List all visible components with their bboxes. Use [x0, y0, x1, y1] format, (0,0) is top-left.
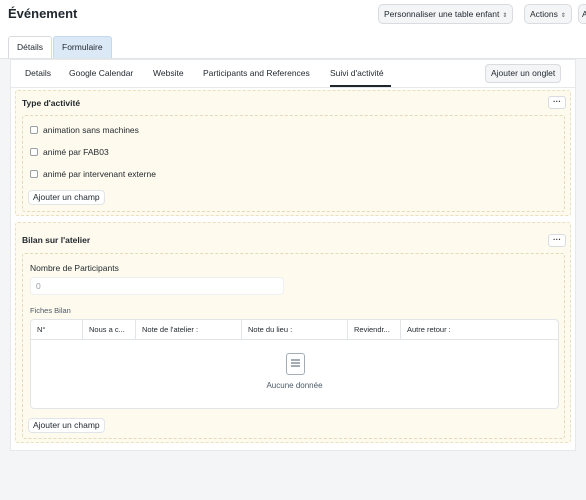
sub-tabs: Details Google Calendar Website Particip…: [11, 60, 575, 88]
section-menu-button[interactable]: ···: [548, 96, 566, 109]
form-panel: Details Google Calendar Website Particip…: [10, 59, 576, 451]
subtab-details[interactable]: Details: [25, 68, 51, 78]
actions-label: Actions: [530, 9, 558, 19]
subtab-participants-references[interactable]: Participants and References: [203, 68, 310, 78]
add-tab-button[interactable]: Ajouter un onglet: [485, 64, 562, 83]
overflow-label: A: [582, 9, 586, 19]
column-header[interactable]: Reviendr...: [348, 320, 401, 340]
checkbox-label: animé par FAB03: [43, 147, 109, 157]
column-header[interactable]: Autre retour :: [401, 320, 558, 340]
participants-input[interactable]: 0: [30, 277, 284, 295]
add-field-button[interactable]: Ajouter un champ: [28, 190, 105, 205]
chevron-updown-icon: ⇕: [502, 13, 508, 19]
subtab-google-calendar[interactable]: Google Calendar: [69, 68, 133, 78]
customize-child-table-button[interactable]: Personnaliser une table enfant ⇕: [378, 4, 514, 24]
section-column: animation sans machines animé par FAB03 …: [22, 115, 565, 212]
section-title: Type d'activité: [22, 98, 81, 108]
section-menu-button[interactable]: ···: [548, 234, 566, 247]
table-header: N° Nous a c... Note de l'atelier : Note …: [31, 320, 558, 340]
column-header[interactable]: Nous a c...: [83, 320, 136, 340]
checkbox-field[interactable]: animé par intervenant externe: [30, 169, 156, 179]
section-column: Nombre de Participants 0 Fiches Bilan N°…: [22, 253, 565, 439]
add-field-button[interactable]: Ajouter un champ: [28, 418, 105, 433]
checkbox[interactable]: [30, 148, 38, 156]
checkbox-field[interactable]: animé par FAB03: [30, 147, 109, 157]
section-title: Bilan sur l'atelier: [22, 235, 91, 245]
checkbox[interactable]: [30, 170, 38, 178]
fiches-bilan-table[interactable]: N° Nous a c... Note de l'atelier : Note …: [30, 319, 559, 409]
empty-list-icon: [286, 353, 305, 375]
chevron-updown-icon: ⇕: [560, 13, 566, 19]
checkbox-label: animé par intervenant externe: [43, 169, 156, 179]
column-header[interactable]: Note de l'atelier :: [136, 320, 242, 340]
checkbox-field[interactable]: animation sans machines: [30, 125, 139, 135]
subtab-website[interactable]: Website: [153, 68, 184, 78]
actions-button[interactable]: Actions ⇕: [524, 4, 572, 24]
section-type-activite: Type d'activité ··· animation sans machi…: [15, 90, 571, 216]
checkbox-label: animation sans machines: [43, 125, 139, 135]
active-tab-indicator: [330, 85, 391, 87]
fiches-bilan-label: Fiches Bilan: [30, 306, 71, 315]
page-header: Événement Personnaliser une table enfant…: [0, 0, 586, 30]
tab-formulaire[interactable]: Formulaire: [53, 36, 112, 58]
participants-label: Nombre de Participants: [30, 263, 119, 273]
column-header[interactable]: Note du lieu :: [242, 320, 348, 340]
column-header[interactable]: N°: [31, 320, 83, 340]
main-tabs: Détails Formulaire: [0, 30, 586, 59]
overflow-button[interactable]: A: [578, 4, 586, 24]
section-bilan-atelier: Bilan sur l'atelier ··· Nombre de Partic…: [15, 222, 571, 443]
page-title: Événement: [8, 6, 78, 21]
tab-details[interactable]: Détails: [8, 36, 52, 58]
subtab-suivi-activite[interactable]: Suivi d'activité: [330, 68, 384, 78]
checkbox[interactable]: [30, 126, 38, 134]
empty-state-text: Aucune donnée: [266, 381, 323, 390]
customize-label: Personnaliser une table enfant: [384, 9, 500, 19]
